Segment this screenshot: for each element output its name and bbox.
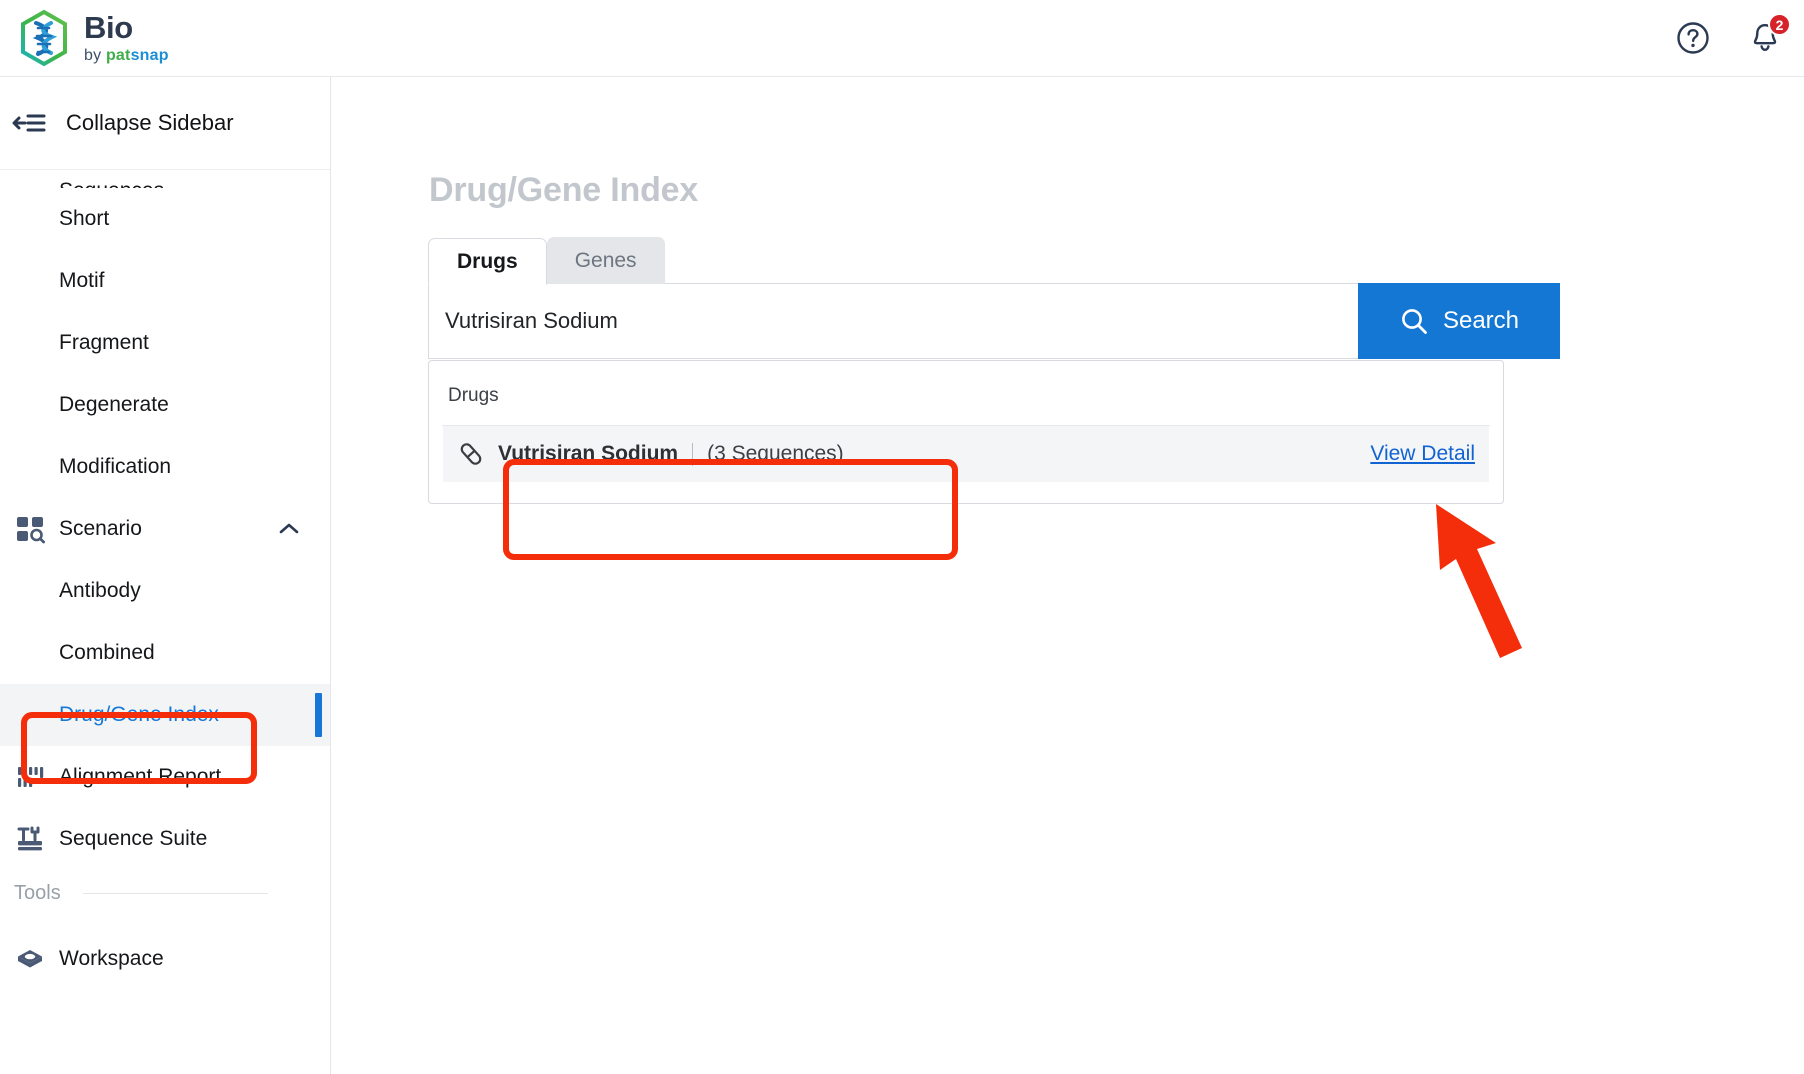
tab-label: Drugs xyxy=(457,249,518,273)
search-button-label: Search xyxy=(1442,307,1520,334)
sidebar-item-label: Modification xyxy=(59,455,172,478)
search-input-wrapper[interactable] xyxy=(428,283,1358,359)
sidebar-item-motif[interactable]: Motif xyxy=(0,250,330,312)
sidebar-item-sequences[interactable]: Sequences xyxy=(0,170,330,188)
search-input[interactable] xyxy=(443,307,1358,335)
search-row: Search xyxy=(428,283,1560,359)
result-sequence-count: (3 Sequences) xyxy=(707,442,844,465)
sidebar-item-scenario[interactable]: Scenario xyxy=(0,498,330,560)
tab-bar: Drugs Genes xyxy=(428,237,665,285)
help-circle-icon[interactable] xyxy=(1676,21,1710,55)
brand-pat-word: pat xyxy=(105,47,131,64)
section-divider xyxy=(82,892,268,894)
search-icon xyxy=(1402,309,1427,334)
sidebar-nav: Sequences Short Motif Fragment Degenerat… xyxy=(0,170,330,1074)
sidebar-item-label: Motif xyxy=(59,269,105,292)
sidebar: Collapse Sidebar Sequences Short Motif F… xyxy=(0,77,331,1074)
pill-capsule-icon xyxy=(460,443,482,465)
bell-icon[interactable]: 2 xyxy=(1748,13,1791,55)
tab-drugs[interactable]: Drugs xyxy=(428,238,547,285)
sidebar-item-label: Sequence Suite xyxy=(59,827,208,850)
brand-by-word: by xyxy=(84,47,106,64)
list-item[interactable]: Vutrisiran Sodium (3 Sequences) View Det… xyxy=(443,426,1489,482)
sequence-suite-tools-icon xyxy=(17,826,42,851)
notification-badge: 2 xyxy=(1768,13,1791,36)
sidebar-item-antibody[interactable]: Antibody xyxy=(0,560,330,622)
tools-section-label: Tools xyxy=(14,881,61,904)
tools-section-header: Tools xyxy=(0,870,330,916)
sidebar-item-degenerate[interactable]: Degenerate xyxy=(0,374,330,436)
scenario-grid-search-icon xyxy=(17,517,45,544)
brand-snap-word: snap xyxy=(130,47,169,64)
sidebar-item-label: Combined xyxy=(59,641,155,664)
sidebar-item-label: Antibody xyxy=(59,579,141,602)
sidebar-item-label: Drug/Gene Index xyxy=(59,703,219,726)
dna-hexagon-logo-icon xyxy=(21,9,67,67)
active-indicator-bar xyxy=(315,693,322,737)
dropdown-group-label: Drugs xyxy=(448,385,499,406)
sidebar-item-workspace[interactable]: Workspace xyxy=(0,928,330,990)
sidebar-item-label: Degenerate xyxy=(59,393,169,416)
sidebar-item-drug-gene-index[interactable]: Drug/Gene Index xyxy=(0,684,330,746)
sidebar-item-label: Alignment Report xyxy=(59,765,222,788)
sidebar-item-label: Workspace xyxy=(59,947,164,970)
brand-subtitle: by patsnap xyxy=(84,48,169,64)
sidebar-item-label: Short xyxy=(59,207,110,230)
top-bar: Bio by patsnap 2 xyxy=(0,0,1804,77)
search-button[interactable]: Search xyxy=(1358,283,1560,359)
sidebar-item-short[interactable]: Short xyxy=(0,188,330,250)
main-content: Drug/Gene Index Drugs Genes Search Drugs xyxy=(332,78,1804,1074)
brand-text: Bio by patsnap xyxy=(84,12,169,64)
workspace-cube-icon xyxy=(18,950,42,968)
sidebar-item-modification[interactable]: Modification xyxy=(0,436,330,498)
collapse-sidebar-label: Collapse Sidebar xyxy=(66,110,234,135)
tab-label: Genes xyxy=(574,248,637,272)
view-detail-link[interactable]: View Detail xyxy=(1370,442,1475,466)
page-title: Drug/Gene Index xyxy=(429,171,699,209)
sidebar-item-combined[interactable]: Combined xyxy=(0,622,330,684)
collapse-sidebar-button[interactable]: Collapse Sidebar xyxy=(0,77,330,170)
sidebar-item-label: Fragment xyxy=(59,331,149,354)
brand-title: Bio xyxy=(84,10,133,45)
brand-logo-block[interactable]: Bio by patsnap xyxy=(18,9,169,67)
sidebar-item-label: Scenario xyxy=(59,517,142,540)
sidebar-item-fragment[interactable]: Fragment xyxy=(0,312,330,374)
result-separator xyxy=(692,442,694,466)
result-drug-name: Vutrisiran Sodium xyxy=(498,442,679,465)
sidebar-item-alignment-report[interactable]: Alignment Report xyxy=(0,746,330,808)
search-suggestions-dropdown: Drugs Vutrisiran Sodium (3 Sequences) Vi… xyxy=(428,360,1504,504)
chevron-up-icon[interactable] xyxy=(276,516,302,542)
top-bar-actions: 2 xyxy=(1676,13,1791,55)
tab-genes[interactable]: Genes xyxy=(546,237,665,284)
alignment-report-icon xyxy=(18,767,44,787)
sidebar-item-sequence-suite[interactable]: Sequence Suite xyxy=(0,808,330,870)
collapse-sidebar-icon xyxy=(12,114,46,132)
